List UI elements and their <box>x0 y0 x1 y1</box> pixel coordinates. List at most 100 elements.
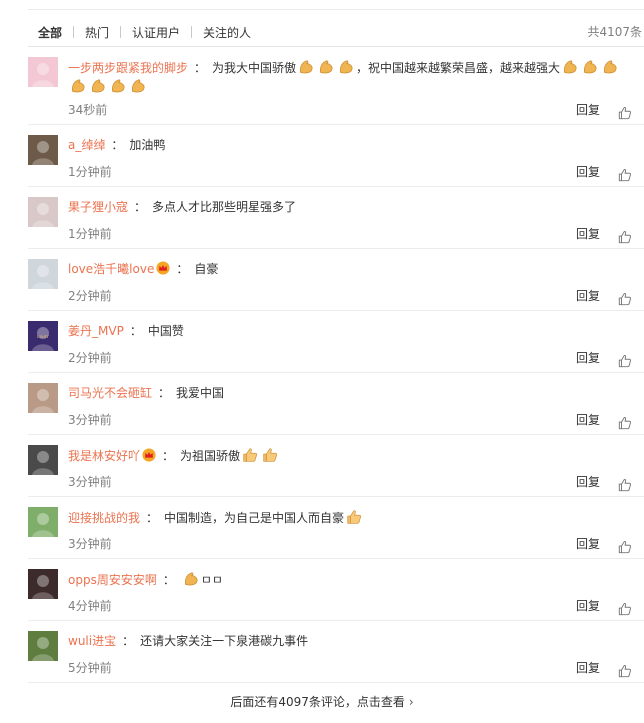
comment-row: 司马光不会砸缸 ： 我爱中国 3分钟前 回复 <box>28 373 644 435</box>
comment-text: 中国制造，为自己是中国人而自豪 <box>164 511 345 525</box>
like-thumb-icon[interactable] <box>618 602 632 616</box>
colon-separator: ： <box>194 61 207 75</box>
like-thumb-icon[interactable] <box>618 354 632 368</box>
comment-text: 为祖国骄傲 <box>180 449 241 463</box>
thumbs-up-emoji <box>345 508 363 526</box>
like-thumb-icon[interactable] <box>618 292 632 306</box>
comment-timestamp: 34秒前 <box>68 103 108 117</box>
user-avatar[interactable]: ᴸᴵᴹᴵᵀ <box>28 321 58 351</box>
user-avatar[interactable] <box>28 507 58 537</box>
comment-timestamp: 2分钟前 <box>68 351 112 365</box>
tab-following[interactable]: 关注的人 <box>203 24 251 41</box>
flexed-biceps-emoji <box>581 58 599 76</box>
comment-username[interactable]: 果子狸小寇 <box>68 200 128 214</box>
comment-row: ᴸᴵᴹᴵᵀ 姜丹_MVP ： 中国赞 2分钟前 回复 <box>28 311 644 373</box>
colon-separator: ： <box>134 200 147 214</box>
comment-timestamp: 1分钟前 <box>68 227 112 241</box>
like-thumb-icon[interactable] <box>618 168 632 182</box>
reply-button[interactable]: 回复 <box>576 535 600 552</box>
svg-text:ᴸᴵᴹᴵᵀ: ᴸᴵᴹᴵᵀ <box>37 335 49 342</box>
flexed-biceps-emoji <box>561 58 579 76</box>
comment-row: wuli进宝 ： 还请大家关注一下泉港碳九事件 5分钟前 回复 <box>28 621 644 683</box>
flexed-biceps-emoji <box>69 77 87 95</box>
comment-text: 多点人才比那些明星强多了 <box>152 200 297 214</box>
colon-separator: ： <box>122 634 135 648</box>
load-more-comments-link[interactable]: 后面还有4097条评论，点击查看 › <box>0 693 644 710</box>
reply-button[interactable]: 回复 <box>576 225 600 242</box>
comment-username[interactable]: a_绰绰 <box>68 138 105 152</box>
comment-username[interactable]: 迎接挑战的我 <box>68 511 140 525</box>
comment-username[interactable]: 司马光不会砸缸 <box>68 386 152 400</box>
comment-text-continued: ，祝中国越来越繁荣昌盛，越来越强大 <box>356 61 561 75</box>
like-thumb-icon[interactable] <box>618 230 632 244</box>
reply-button[interactable]: 回复 <box>576 287 600 304</box>
comment-username[interactable]: love浩千曦love <box>68 262 154 276</box>
tab-all[interactable]: 全部 <box>38 24 62 41</box>
comment-timestamp: 2分钟前 <box>68 289 112 303</box>
like-thumb-icon[interactable] <box>618 664 632 678</box>
comment-username[interactable]: 一步两步跟紧我的脚步 <box>68 61 188 75</box>
colon-separator: ： <box>162 449 175 463</box>
comment-body: 司马光不会砸缸 ： 我爱中国 <box>68 384 636 402</box>
user-avatar[interactable] <box>28 445 58 475</box>
comment-username[interactable]: wuli进宝 <box>68 634 116 648</box>
flexed-biceps-emoji <box>297 58 315 76</box>
flexed-biceps-emoji <box>317 58 335 76</box>
comment-row: 一步两步跟紧我的脚步 ： 为我大中国骄傲 ，祝中国越来越繁荣昌盛，越来越强大 34秒前 回… <box>28 47 644 125</box>
tab-separator <box>120 26 122 38</box>
comment-timestamp: 1分钟前 <box>68 165 112 179</box>
colon-separator: ： <box>162 573 175 587</box>
comment-timestamp: 3分钟前 <box>68 475 112 489</box>
comment-text: 我爱中国 <box>176 386 225 400</box>
user-avatar[interactable] <box>28 135 58 165</box>
comment-timestamp: 3分钟前 <box>68 413 112 427</box>
comment-username[interactable]: 姜丹_MVP <box>68 324 124 338</box>
reply-button[interactable]: 回复 <box>576 659 600 676</box>
reply-button[interactable]: 回复 <box>576 597 600 614</box>
comment-total-count: 共4107条 <box>587 25 642 39</box>
user-avatar[interactable] <box>28 57 58 87</box>
comment-body: a_绰绰 ： 加油鸭 <box>68 136 636 154</box>
user-avatar[interactable] <box>28 569 58 599</box>
flexed-biceps-emoji <box>89 77 107 95</box>
user-avatar[interactable] <box>28 631 58 661</box>
tab-separator <box>73 26 75 38</box>
user-avatar[interactable] <box>28 197 58 227</box>
comment-text: 为我大中国骄傲 <box>212 61 297 75</box>
tab-verified-users[interactable]: 认证用户 <box>132 24 180 41</box>
flexed-biceps-emoji <box>337 58 355 76</box>
comment-text: 还请大家关注一下泉港碳九事件 <box>140 634 309 648</box>
comment-timestamp: 3分钟前 <box>68 537 112 551</box>
thumbs-up-emoji <box>261 446 279 464</box>
flexed-biceps-emoji <box>182 570 200 588</box>
tab-separator <box>191 26 193 38</box>
reply-button[interactable]: 回复 <box>576 163 600 180</box>
user-avatar[interactable] <box>28 383 58 413</box>
comment-body: 果子狸小寇 ： 多点人才比那些明星强多了 <box>68 198 636 216</box>
comment-body: 姜丹_MVP ： 中国赞 <box>68 322 636 340</box>
like-thumb-icon[interactable] <box>618 478 632 492</box>
comment-text: 中国赞 <box>147 324 184 338</box>
crown-badge-icon <box>156 261 170 275</box>
load-more-label: 后面还有4097条评论，点击查看 <box>230 695 405 709</box>
like-thumb-icon[interactable] <box>618 540 632 554</box>
comment-text-after: ㅁㅁ <box>200 573 223 587</box>
flexed-biceps-emoji <box>601 58 619 76</box>
comment-username[interactable]: 我是林安好吖 <box>68 449 140 463</box>
tab-hot[interactable]: 热门 <box>85 24 109 41</box>
like-thumb-icon[interactable] <box>618 106 632 120</box>
reply-button[interactable]: 回复 <box>576 349 600 366</box>
top-divider <box>28 9 644 10</box>
comment-text: 自豪 <box>194 262 219 276</box>
comment-username[interactable]: opps周安安安啊 <box>68 573 157 587</box>
like-thumb-icon[interactable] <box>618 416 632 430</box>
colon-separator: ： <box>111 138 124 152</box>
comment-filter-tabs: 全部 热门 认证用户 关注的人 <box>38 23 251 41</box>
user-avatar[interactable] <box>28 259 58 289</box>
colon-separator: ： <box>146 511 159 525</box>
reply-button[interactable]: 回复 <box>576 473 600 490</box>
flexed-biceps-emoji <box>129 77 147 95</box>
reply-button[interactable]: 回复 <box>576 101 600 118</box>
comment-body: love浩千曦love ： 自豪 <box>68 260 636 278</box>
reply-button[interactable]: 回复 <box>576 411 600 428</box>
